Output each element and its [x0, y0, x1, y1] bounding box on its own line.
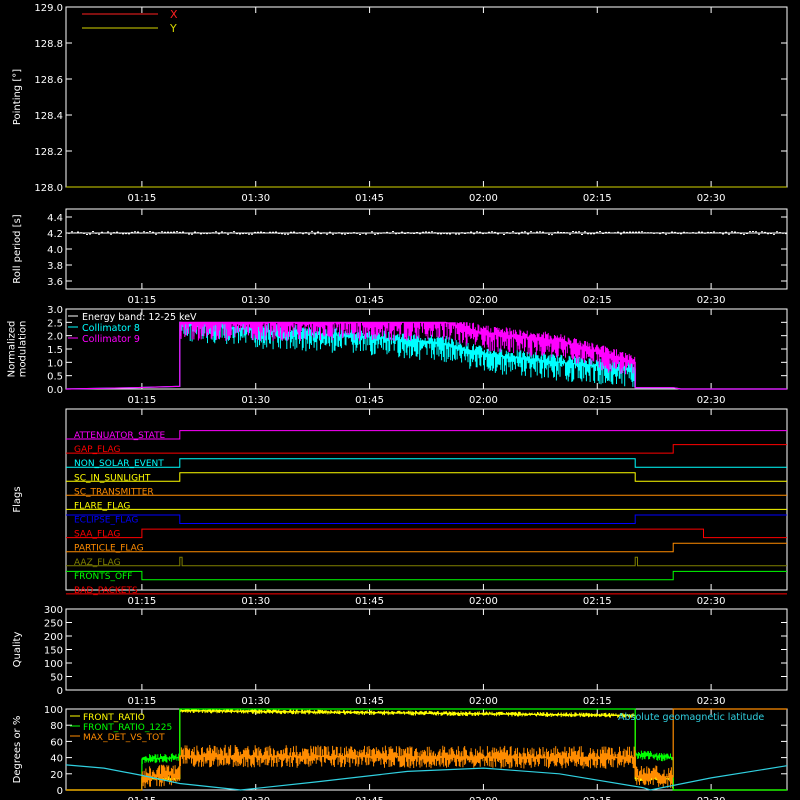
ratios-y-tick-label: 0 [57, 786, 63, 797]
quality-y-tick-label: 0 [57, 686, 63, 697]
modulation-y-tick-label: 1.0 [47, 358, 63, 369]
modulation-y-label: Normalized [7, 321, 18, 378]
pointing-x-tick-label: 02:15 [583, 193, 612, 204]
flag-label: FLARE_FLAG [74, 501, 130, 511]
ratios-x-tick-label: 01:15 [127, 796, 156, 800]
modulation-x-tick-label: 02:15 [583, 395, 612, 406]
ratios-x-tick-label: 01:45 [355, 796, 384, 800]
flags-y-label: Flags [12, 486, 23, 512]
ratios-y-tick-label: 60 [50, 737, 63, 748]
modulation-y-tick-label: 2.0 [47, 332, 63, 343]
quality-y-tick-label: 150 [44, 646, 63, 657]
quality-x-tick-label: 02:30 [697, 696, 726, 707]
legend-label: Collimator 8 [82, 323, 140, 334]
quality-y-tick-label: 100 [44, 659, 63, 670]
roll-x-tick-label: 02:15 [583, 295, 612, 306]
roll-x-tick-label: 01:45 [355, 295, 384, 306]
chart-background [0, 0, 800, 800]
ratios-x-tick-label: 02:15 [583, 796, 612, 800]
flag-label: FRONTS_OFF [74, 572, 132, 582]
flags-x-tick-label: 01:45 [355, 596, 384, 607]
legend-label: Energy band: 12-25 keV [82, 312, 197, 323]
flag-label: SC_IN_SUNLIGHT [74, 473, 151, 483]
roll-y-tick-label: 3.6 [47, 277, 63, 288]
pointing-x-tick-label: 01:45 [355, 193, 384, 204]
pointing-y-tick-label: 128.0 [34, 183, 63, 194]
roll-x-tick-label: 02:00 [469, 295, 498, 306]
roll-x-tick-label: 01:30 [241, 295, 270, 306]
quality-y-tick-label: 200 [44, 632, 63, 643]
ratios-y-tick-label: 20 [50, 770, 63, 781]
flags-x-tick-label: 02:00 [469, 596, 498, 607]
roll-y-tick-label: 4.2 [47, 229, 63, 240]
pointing-y-tick-label: 129.0 [34, 3, 63, 14]
modulation-y-tick-label: 2.5 [47, 318, 63, 329]
pointing-x-tick-label: 01:30 [241, 193, 270, 204]
summary-chart: 01:15 01:30 01:45 02:00 02:15 02:30 Pointing [… [0, 0, 800, 800]
modulation-y-tick-label: 0.0 [47, 385, 63, 396]
pointing-y-label: Pointing [°] [12, 69, 23, 125]
quality-x-tick-label: 02:15 [583, 696, 612, 707]
flags-x-tick-label: 01:15 [127, 596, 156, 607]
quality-y-tick-label: 300 [44, 605, 63, 616]
modulation-x-tick-label: 02:30 [697, 395, 726, 406]
flags-x-tick-label: 02:15 [583, 596, 612, 607]
quality-x-tick-label: 01:30 [241, 696, 270, 707]
ratios-y-tick-label: 40 [50, 754, 63, 765]
legend-label: FRONT_RATIO [83, 713, 145, 723]
legend-label: MAX_DET_VS_TOT [83, 733, 165, 743]
pointing-x-tick-label: 02:00 [469, 193, 498, 204]
flags-x-tick-label: 01:30 [241, 596, 270, 607]
flag-label: NON_SOLAR_EVENT [74, 459, 164, 469]
ratios-x-tick-label: 02:30 [697, 796, 726, 800]
pointing-y-tick-label: 128.2 [34, 147, 63, 158]
quality-x-tick-label: 01:15 [127, 696, 156, 707]
flag-label: SAA_FLAG [74, 530, 120, 540]
ratios-y-label: Degrees or % [12, 716, 23, 784]
roll-y-tick-label: 4.4 [47, 213, 63, 224]
legend-label: Collimator 9 [82, 334, 140, 345]
modulation-y-tick-label: 3.0 [47, 305, 63, 316]
flag-label: GAP_FLAG [74, 445, 120, 455]
quality-y-tick-label: 50 [50, 673, 63, 684]
legend-label: X [170, 8, 178, 21]
flag-label: AAZ_FLAG [74, 558, 121, 568]
quality-x-tick-label: 02:00 [469, 696, 498, 707]
flag-label: SC_TRANSMITTER [74, 487, 154, 497]
flag-label: PARTICLE_FLAG [74, 544, 144, 554]
pointing-y-tick-label: 128.8 [34, 39, 63, 50]
roll-y-tick-label: 3.8 [47, 261, 63, 272]
modulation-x-tick-label: 02:00 [469, 395, 498, 406]
flag-label: ATTENUATOR_STATE [74, 431, 166, 441]
quality-x-tick-label: 01:45 [355, 696, 384, 707]
flag-label: ECLIPSE_FLAG [74, 516, 138, 526]
pointing-y-tick-label: 128.4 [34, 111, 63, 122]
pointing-x-tick-label: 02:30 [697, 193, 726, 204]
legend-label: Y [169, 22, 177, 35]
modulation-y-label: modulation [18, 321, 29, 378]
modulation-y-tick-label: 0.5 [47, 372, 63, 383]
quality-y-tick-label: 250 [44, 619, 63, 630]
pointing-y-tick-label: 128.6 [34, 75, 63, 86]
ratios-y-tick-label: 80 [50, 721, 63, 732]
ratios-y-tick-label: 100 [44, 705, 63, 716]
geomag-annotation: Absolute geomagnetic latitude [618, 712, 764, 723]
modulation-x-tick-label: 01:30 [241, 395, 270, 406]
roll-x-tick-label: 01:15 [127, 295, 156, 306]
modulation-y-tick-label: 1.5 [47, 345, 63, 356]
flags-x-tick-label: 02:30 [697, 596, 726, 607]
legend-label: FRONT_RATIO_1225 [83, 723, 172, 733]
ratios-x-tick-label: 01:30 [241, 796, 270, 800]
quality-y-label: Quality [12, 632, 23, 668]
flag-label: BAD_PACKETS [74, 586, 138, 596]
pointing-x-tick-label: 01:15 [127, 193, 156, 204]
modulation-x-tick-label: 01:15 [127, 395, 156, 406]
roll-y-label: Roll period [s] [12, 214, 23, 283]
roll-x-tick-label: 02:30 [697, 295, 726, 306]
ratios-x-tick-label: 02:00 [469, 796, 498, 800]
roll-y-tick-label: 4.0 [47, 245, 63, 256]
modulation-x-tick-label: 01:45 [355, 395, 384, 406]
